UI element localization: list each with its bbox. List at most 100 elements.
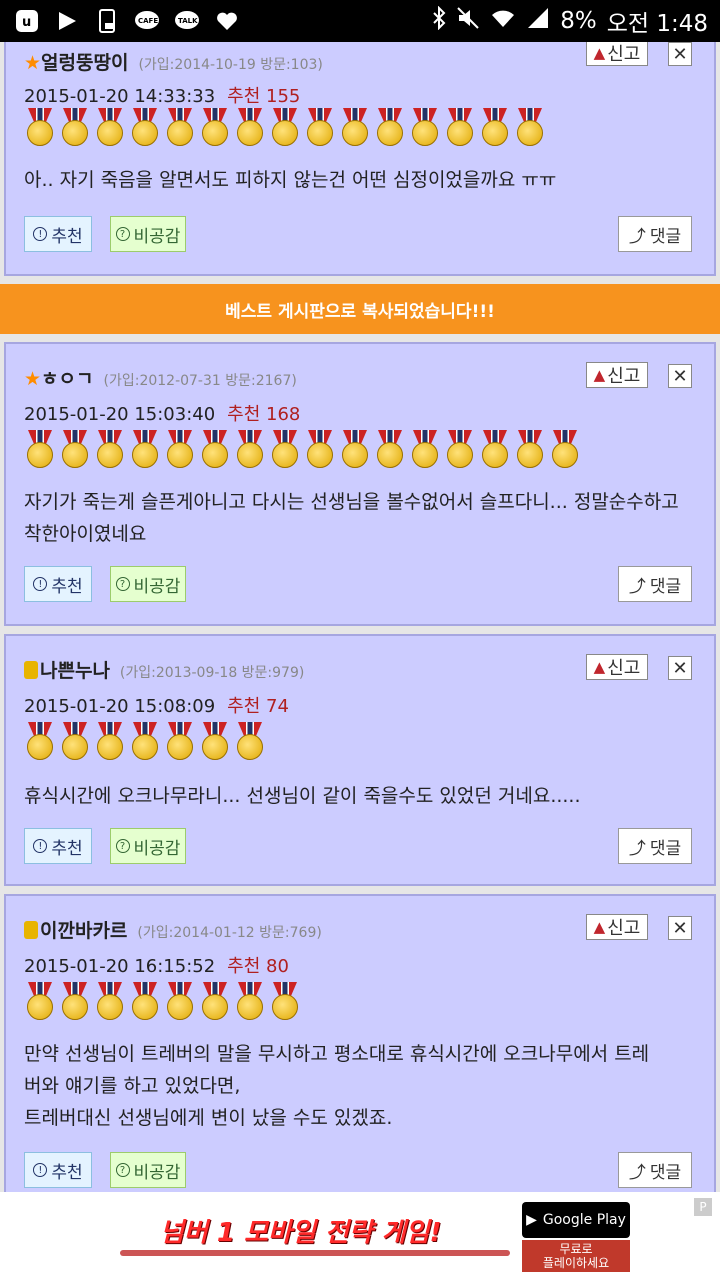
disagree-button[interactable]: ? 비공감 [110, 828, 186, 864]
star-icon: ★ [24, 52, 42, 74]
recommend-count: 80 [266, 956, 289, 977]
medal-icon [94, 430, 126, 468]
siren-icon: ▲ [593, 918, 606, 936]
reply-button[interactable]: ⤴ 댓글 [618, 566, 692, 602]
level-icon [24, 661, 38, 679]
free-play-button[interactable]: 무료로 플레이하세요 [522, 1240, 630, 1272]
medal-icon [269, 108, 301, 146]
comment-text: 아.. 자기 죽음을 알면서도 피하지 않는건 어떤 심정이었을까요 ㅠㅠ [24, 169, 557, 191]
medal-icon [409, 430, 441, 468]
medal-icon [339, 430, 371, 468]
medal-icon [549, 430, 581, 468]
comment-meta: (가입:2013-09-18 방문:979) [119, 665, 305, 681]
comment-text: 자기가 죽는게 슬픈게아니고 다시는 선생님을 볼수없어서 슬프다니... 정말… [24, 491, 679, 545]
bluetooth-icon [432, 5, 446, 36]
google-play-icon: ▶ [526, 1212, 537, 1228]
medal-icon [164, 982, 196, 1020]
medal-icon [409, 108, 441, 146]
comment-card: ★ㅎㅇㄱ (가입:2012-07-31 방문:2167) ▲ 신고 ✕ 2015-… [4, 342, 716, 626]
reply-button[interactable]: ⤴ 댓글 [618, 216, 692, 252]
question-icon: ? [115, 577, 130, 591]
comment-card: 이깐바카르 (가입:2014-01-12 방문:769) ▲ 신고 ✕ 2015-… [4, 894, 716, 1192]
app-logo-icon: u [14, 8, 40, 34]
recommend-button[interactable]: ! 추천 [24, 566, 92, 602]
question-icon: ? [115, 839, 130, 853]
disagree-button[interactable]: ? 비공감 [110, 566, 186, 602]
svg-text:CAFE: CAFE [138, 17, 158, 25]
medal-icon [59, 108, 91, 146]
ad-headline: 넘버 1 모바일 전략 게임! [160, 1218, 442, 1248]
ad-info-badge[interactable]: P [694, 1198, 712, 1216]
play-icon [54, 8, 80, 34]
medal-icon [59, 722, 91, 760]
question-icon: ? [115, 227, 130, 241]
comment-text-line: 버와 얘기를 하고 있었다면, [24, 1075, 241, 1097]
disagree-button[interactable]: ? 비공감 [110, 216, 186, 252]
medal-icon [444, 108, 476, 146]
comment-meta: (가입:2014-10-19 방문:103) [138, 57, 323, 73]
disagree-button[interactable]: ? 비공감 [110, 1152, 186, 1188]
medal-icon [129, 430, 161, 468]
svg-text:TALK: TALK [178, 17, 198, 25]
close-button[interactable]: ✕ [668, 916, 692, 940]
reply-button[interactable]: ⤴ 댓글 [618, 1152, 692, 1188]
report-button[interactable]: ▲ 신고 [586, 654, 648, 680]
svg-text:u: u [22, 15, 31, 30]
reply-arrow-icon: ⤴ [628, 1162, 646, 1183]
recommend-button[interactable]: ! 추천 [24, 1152, 92, 1188]
medal-icon [304, 108, 336, 146]
recommend-button[interactable]: ! 추천 [24, 216, 92, 252]
report-button[interactable]: ▲ 신고 [586, 362, 648, 388]
medal-row [24, 430, 581, 468]
thumbs-up-icon: ! [33, 577, 48, 591]
reply-button[interactable]: ⤴ 댓글 [618, 828, 692, 864]
close-button[interactable]: ✕ [668, 656, 692, 680]
medal-icon [129, 108, 161, 146]
comment-text: 만약 선생님이 트레버의 말을 무시하고 평소대로 휴식시간에 오크나무에서 트… [24, 1038, 694, 1134]
medal-icon [94, 982, 126, 1020]
comment-nickname[interactable]: 이깐바카르 [40, 920, 127, 942]
recommend-count: 168 [266, 404, 301, 425]
medal-icon [269, 982, 301, 1020]
comment-nickname[interactable]: 나쁜누나 [40, 660, 110, 682]
comment-date: 2015-01-20 15:03:40 추천 168 [24, 404, 301, 425]
report-button[interactable]: ▲ 신고 [586, 42, 648, 66]
report-button[interactable]: ▲ 신고 [586, 914, 648, 940]
question-icon: ? [115, 1163, 130, 1177]
comment-list[interactable]: ★얼렁뚱땅이 (가입:2014-10-19 방문:103) ▲ 신고 ✕ 2015… [0, 42, 720, 1192]
heart-icon [214, 8, 240, 34]
medal-icon [304, 430, 336, 468]
comment-date: 2015-01-20 15:08:09 추천 74 [24, 696, 289, 717]
best-board-notice: 베스트 게시판으로 복사되었습니다!!! [0, 284, 720, 334]
medal-row [24, 108, 546, 146]
medal-icon [164, 430, 196, 468]
google-play-button[interactable]: ▶ Google Play [522, 1202, 630, 1238]
thumbs-up-icon: ! [33, 227, 48, 241]
comment-nickname[interactable]: ㅎㅇㄱ [41, 368, 93, 390]
thumbs-up-icon: ! [33, 1163, 48, 1177]
thumbs-up-icon: ! [33, 839, 48, 853]
medal-icon [234, 982, 266, 1020]
siren-icon: ▲ [593, 366, 606, 384]
ad-banner[interactable]: 넘버 1 모바일 전략 게임! ▶ Google Play 무료로 플레이하세요… [0, 1192, 720, 1280]
comment-date: 2015-01-20 14:33:33 추천 155 [24, 86, 301, 107]
siren-icon: ▲ [593, 44, 606, 62]
medal-icon [479, 430, 511, 468]
comment-card: ★얼렁뚱땅이 (가입:2014-10-19 방문:103) ▲ 신고 ✕ 2015… [4, 42, 716, 276]
medal-icon [59, 982, 91, 1020]
medal-icon [94, 108, 126, 146]
medal-icon [374, 430, 406, 468]
star-icon: ★ [24, 368, 42, 390]
comment-nickname[interactable]: 얼렁뚱땅이 [41, 52, 128, 74]
recommend-button[interactable]: ! 추천 [24, 828, 92, 864]
medal-icon [234, 722, 266, 760]
recommend-count: 155 [266, 86, 301, 107]
kakao-talk-icon: TALK [174, 8, 200, 34]
mute-icon [456, 6, 480, 36]
comment-card: 나쁜누나 (가입:2013-09-18 방문:979) ▲ 신고 ✕ 2015-0… [4, 634, 716, 886]
medal-icon [514, 108, 546, 146]
close-button[interactable]: ✕ [668, 364, 692, 388]
medal-icon [269, 430, 301, 468]
medal-row [24, 982, 301, 1020]
close-button[interactable]: ✕ [668, 42, 692, 66]
